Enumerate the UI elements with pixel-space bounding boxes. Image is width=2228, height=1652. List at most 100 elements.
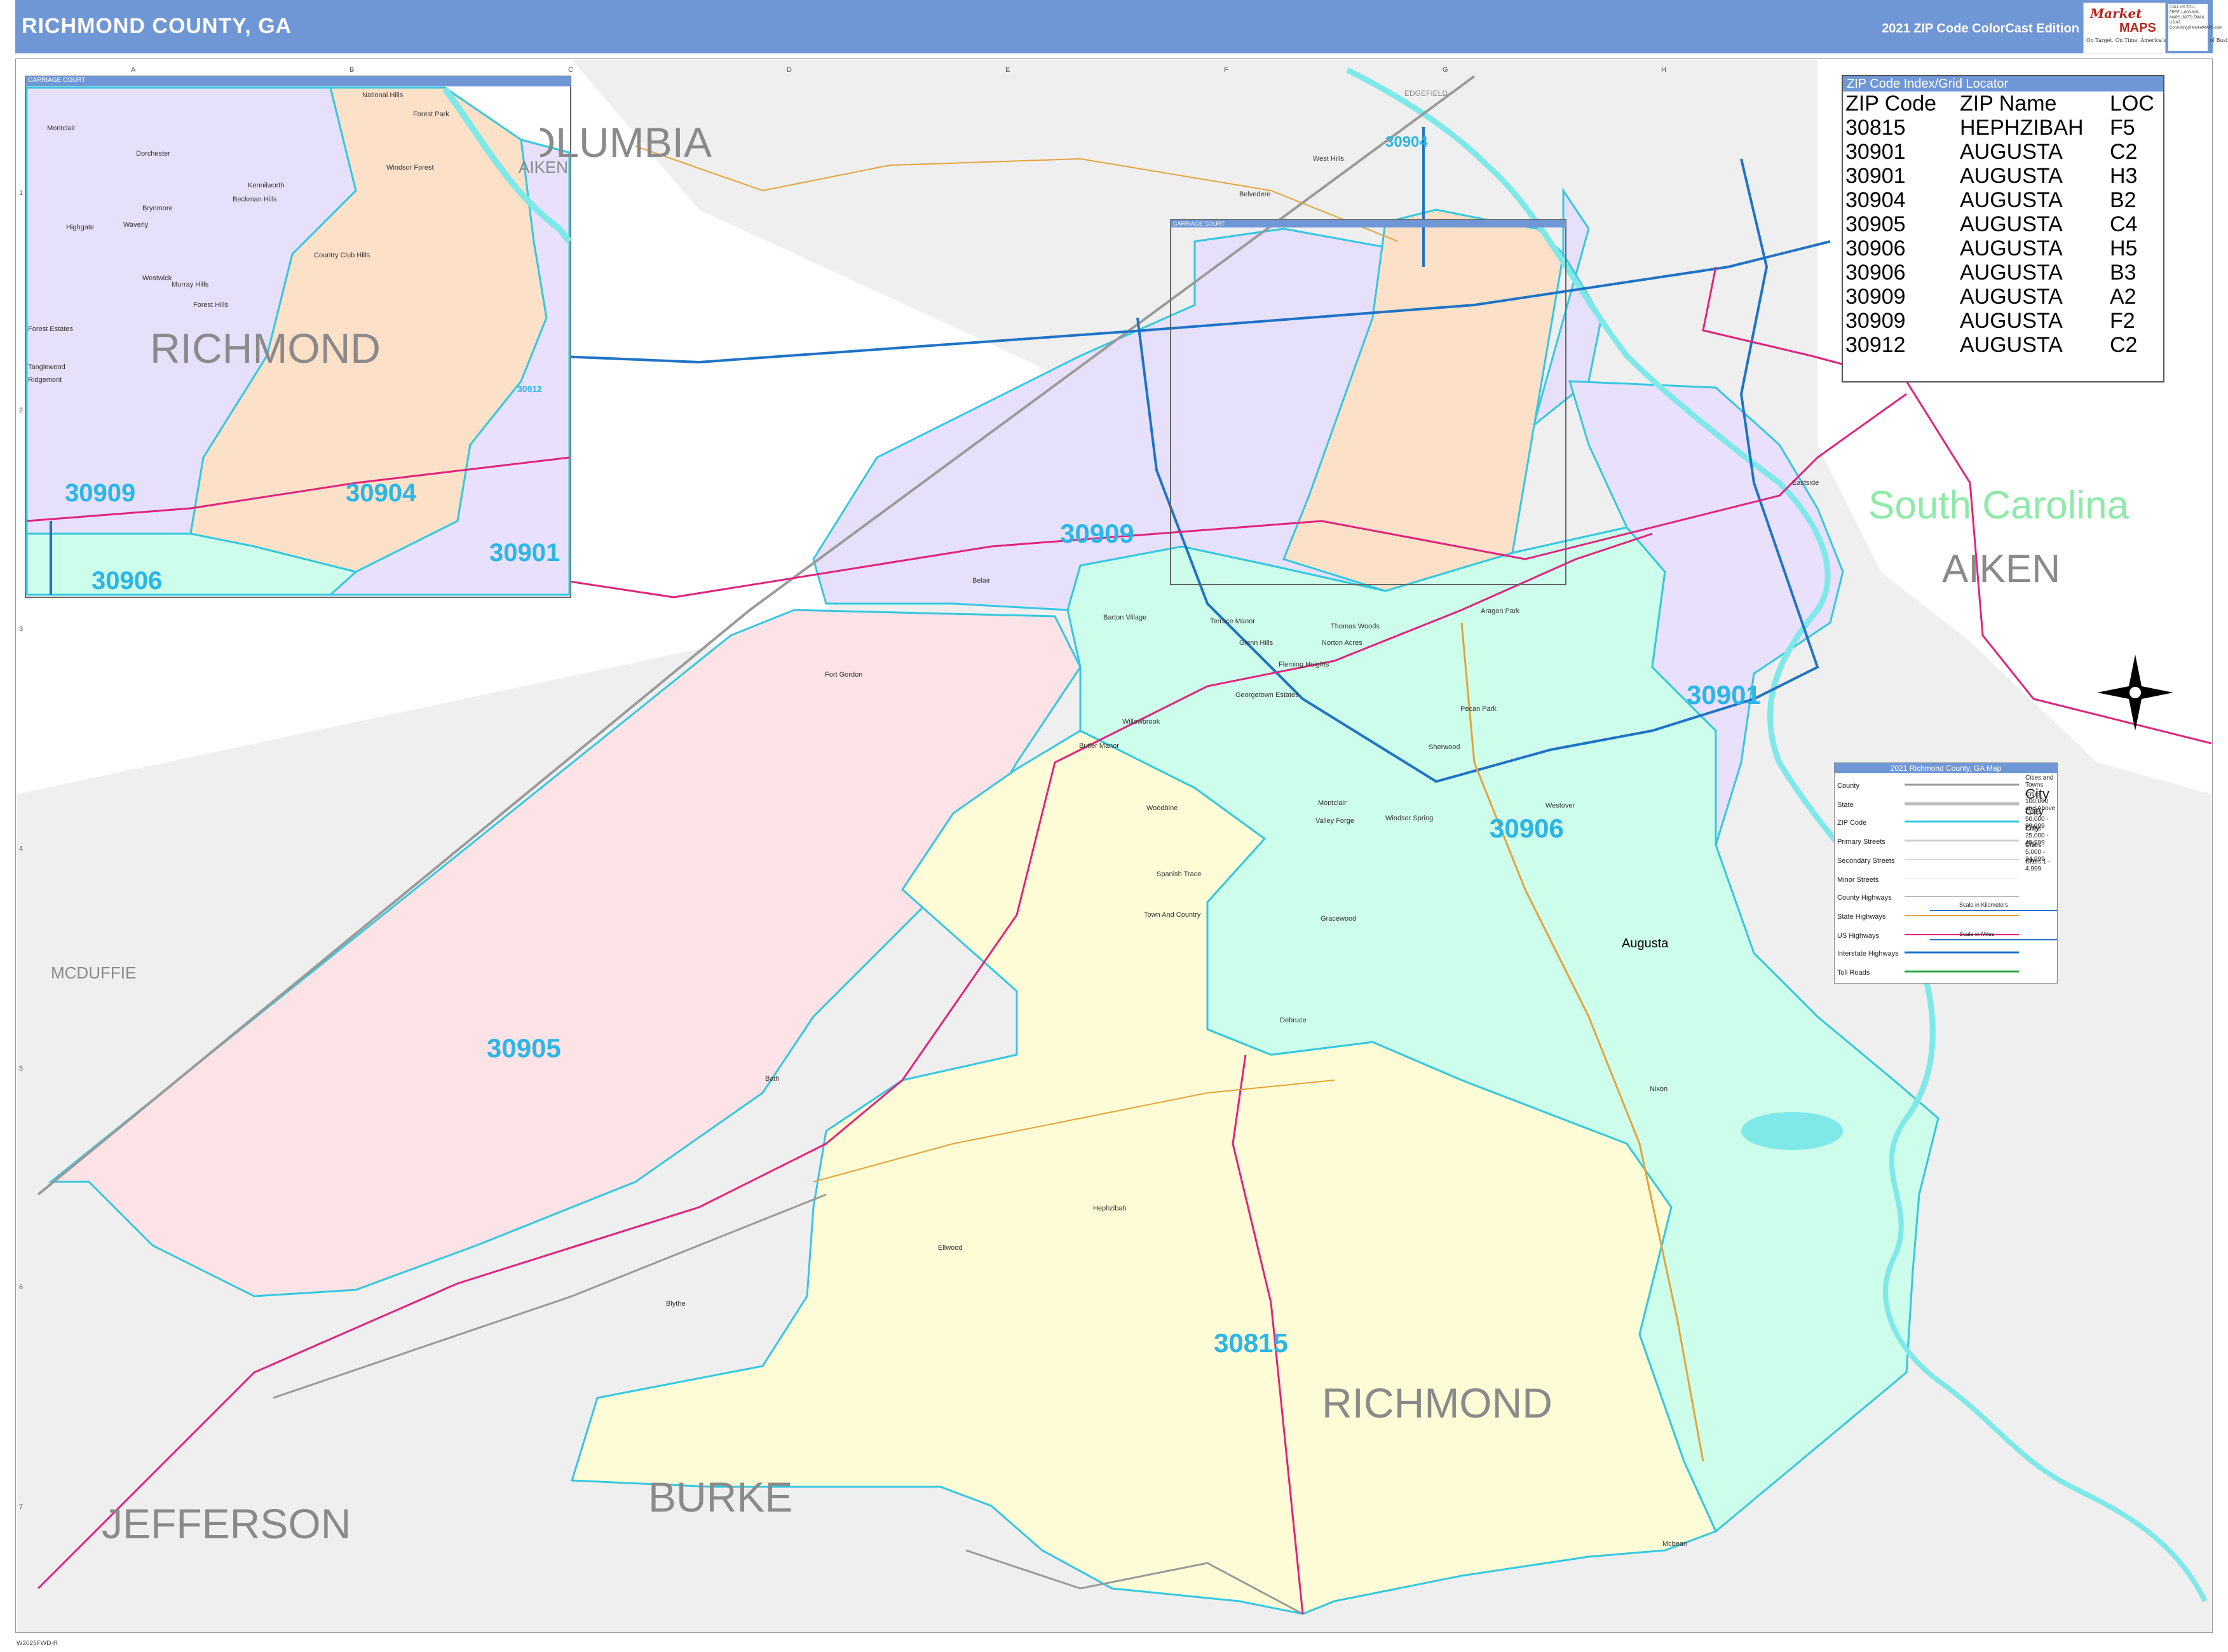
loc-cell: C2 [2110,140,2138,164]
inset-place: Dorchester [136,150,170,158]
table-row: 30912 AUGUSTA C2 [1845,333,2154,357]
inset-place: Forest Park [413,111,449,118]
grid-row-4: 4 [19,845,24,853]
zip-label-30904: 30904 [1385,133,1428,151]
table-row: 30901 AUGUSTA H3 [1845,164,2154,188]
inset-place: National Hills [362,91,404,99]
inset-place: Country Club Hills [314,252,370,259]
zip-label-30909: 30909 [1060,518,1134,548]
table-row: 30901 AUGUSTA C2 [1845,140,2154,164]
zip-name-cell: HEPHZIBAH [1960,116,2084,140]
zip-label-30815: 30815 [1214,1328,1288,1358]
map-legend: 2021 Richmond County, GA Map County Stat… [1834,762,2058,984]
inset-title: CARRIAGE COURT [28,77,86,84]
zip-label-30905: 30905 [487,1033,561,1063]
zip-name-cell: AUGUSTA [1960,212,2063,236]
lake [1741,1112,1843,1150]
label-south-carolina: South Carolina [1868,484,2130,527]
grid-col-f: F [1224,66,1228,74]
legend-city-sample: City [2025,857,2035,863]
zip-name-cell: AUGUSTA [1960,236,2063,261]
zip-cell: 30909 [1845,285,1906,309]
zip-name-cell: AUGUSTA [1960,188,2063,212]
inset-place: Ridgemont [28,376,62,384]
zip-cell: 30901 [1845,140,1906,164]
grid-col-c: C [568,66,573,74]
label-aiken-county: AIKEN [1942,547,2061,591]
loc-cell: A2 [2110,285,2136,309]
grid-row-2: 2 [19,407,24,414]
inset-place: Westwick [142,274,172,282]
inset-place: Highgate [66,224,95,231]
inset-place: Forest Hills [193,301,229,309]
grid-col-b: B [350,66,355,74]
legend-scale-km: Scale in Kilometers [1959,902,2009,908]
legend-city-sample: City [2025,805,2044,817]
loc-cell: C4 [2110,212,2138,236]
zip-index-header: LOC [2110,91,2154,116]
inset-zip-label-30906: 30906 [92,567,163,595]
grid-row-7: 7 [19,1503,24,1511]
table-row: 30906 AUGUSTA B3 [1845,261,2154,285]
legend-scale-mi: Scale in Miles [1959,931,1995,937]
grid-row-1: 1 [19,189,24,197]
table-row: 30906 AUGUSTA H5 [1845,236,2154,261]
zip-name-cell: AUGUSTA [1960,164,2063,188]
inset-zip-label-30909: 30909 [65,479,136,507]
table-row: 30909 AUGUSTA A2 [1845,285,2154,309]
zip-index-header-row: ZIP Code ZIP Name LOC [1845,91,2154,116]
loc-cell: H3 [2110,164,2138,188]
table-row: 30909 AUGUSTA F2 [1845,309,2154,333]
zip-cell: 30904 [1845,188,1906,212]
loc-cell: B3 [2110,261,2136,285]
loc-cell: C2 [2110,333,2138,357]
grid-row-5: 5 [19,1065,24,1073]
zip-cell: 30906 [1845,236,1906,261]
zip-name-cell: AUGUSTA [1960,140,2063,164]
zip-code-index: ZIP Code Index/Grid Locator ZIP Code ZIP… [1842,75,2164,383]
zip-cell: 30905 [1845,212,1906,236]
inset-place: Brynmore [142,205,173,212]
table-row: 30815 HEPHZIBAH F5 [1845,116,2154,140]
table-row: 30905 AUGUSTA C4 [1845,212,2154,236]
inset-place: Murray Hills [172,281,209,288]
zip-cell: 30815 [1845,116,1906,140]
zip-index-header: ZIP Name [1960,91,2057,116]
inset-place: Beckman Hills [233,196,277,203]
zip-label-30906: 30906 [1490,813,1564,843]
loc-cell: H5 [2110,236,2138,261]
zip-cell: 30901 [1845,164,1906,188]
inset-place: Windsor Forest [386,164,434,172]
inset-place-labels: National Hills Forest Park Montclair Dor… [28,91,536,391]
map-code: W2025FWD-R [17,1640,58,1647]
zip-index-title: ZIP Code Index/Grid Locator [1843,76,2163,91]
legend-city-sample: City [2025,841,2037,848]
zip-name-cell: AUGUSTA [1960,309,2063,333]
loc-cell: F2 [2110,309,2135,333]
inset-place: Kennilworth [248,182,285,189]
grid-col-e: E [1005,66,1010,74]
loc-cell: B2 [2110,188,2136,212]
zip-name-cell: AUGUSTA [1960,261,2063,285]
inset-frame-header [25,76,571,86]
inset-place: Forest Estates [28,325,73,333]
grid-col-g: G [1443,66,1448,74]
label-burke-county: BURKE [648,1473,793,1520]
zip-index-header: ZIP Code [1845,91,1937,116]
label-mcduffie-county: MCDUFFIE [51,963,137,982]
grid-col-d: D [787,66,792,74]
zip-name-cell: AUGUSTA [1960,333,2063,357]
inset-zip-label-30901: 30901 [489,539,560,567]
inset-zip-label-30904: 30904 [346,479,417,507]
zip-index-table: ZIP Code ZIP Name LOC 30815 HEPHZIBAH F5 3… [1845,91,2154,357]
inset-place: Tanglewood [28,363,65,371]
label-richmond-county: RICHMOND [1322,1379,1552,1426]
table-row: 30904 AUGUSTA B2 [1845,188,2154,212]
carriage-court-title: CARRIAGE COURT [1173,220,1225,227]
zip-cell: 30906 [1845,261,1906,285]
zip-name-cell: AUGUSTA [1960,285,2063,309]
label-edgefield-county: EDGEFIELD [1404,89,1448,98]
grid-col-h: H [1661,66,1666,74]
loc-cell: F5 [2110,116,2135,140]
legend-city-sample: City [2025,823,2040,832]
